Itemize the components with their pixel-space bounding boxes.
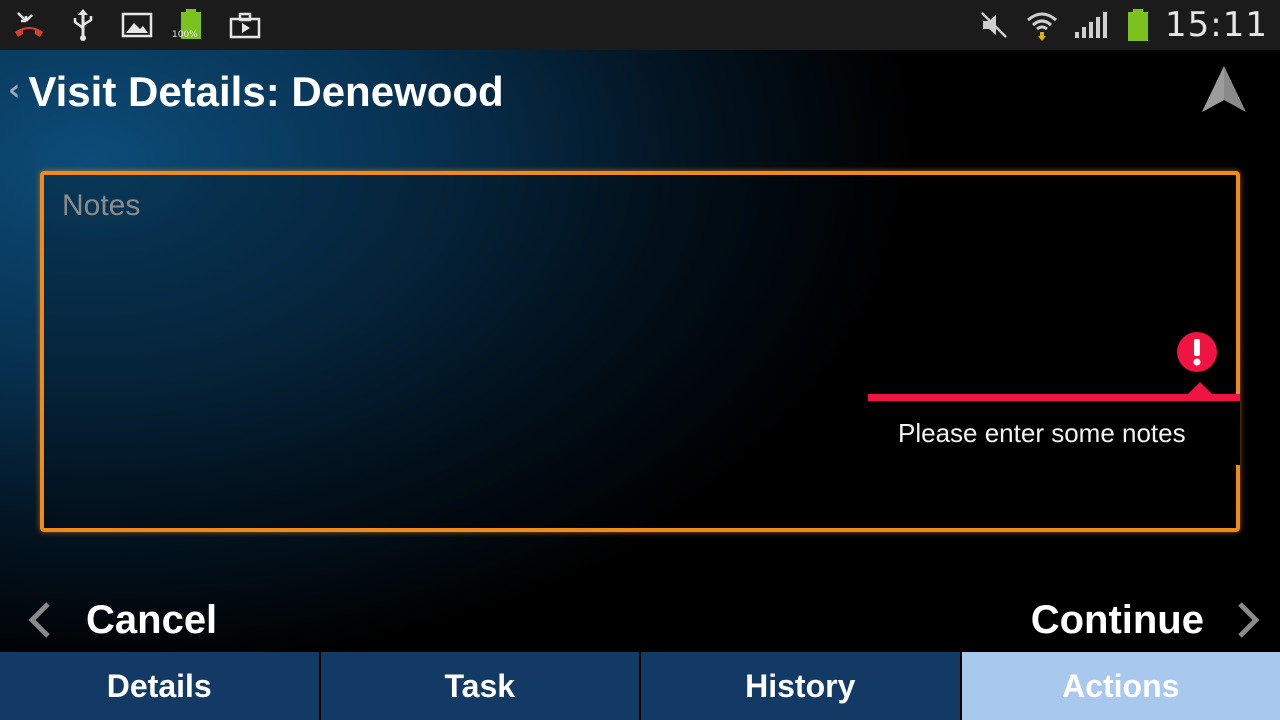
error-message: Please enter some notes xyxy=(898,417,1186,448)
error-tooltip-body: Please enter some notes xyxy=(868,401,1240,465)
error-tooltip: Please enter some notes xyxy=(868,382,1240,465)
notes-input[interactable]: Notes xyxy=(40,171,1240,532)
gallery-icon xyxy=(120,8,154,42)
cancel-label: Cancel xyxy=(86,597,218,642)
continue-label: Continue xyxy=(1030,597,1204,642)
chevron-left-icon xyxy=(28,602,50,638)
signal-icon xyxy=(1073,8,1108,42)
navigation-arrow-icon[interactable] xyxy=(1198,64,1250,116)
header[interactable]: ‹ Visit Details: Denewood xyxy=(8,68,504,116)
error-tooltip-pointer xyxy=(1188,382,1212,394)
usb-icon xyxy=(66,8,100,42)
tab-history[interactable]: History xyxy=(641,652,962,720)
missed-call-icon xyxy=(12,8,46,42)
notes-placeholder: Notes xyxy=(62,189,141,222)
continue-button[interactable]: Continue xyxy=(1031,592,1262,648)
back-chevron-icon[interactable]: ‹ xyxy=(8,73,20,108)
tab-details[interactable]: Details xyxy=(0,652,321,720)
battery-icon xyxy=(1121,8,1155,42)
clock: 15:11 xyxy=(1165,5,1268,45)
status-bar-system: 15:11 xyxy=(963,5,1268,45)
wifi-icon xyxy=(1025,8,1059,42)
cancel-button[interactable]: Cancel xyxy=(26,592,217,648)
page-title: Visit Details: Denewood xyxy=(28,68,504,115)
briefcase-icon xyxy=(228,8,262,42)
chevron-right-icon xyxy=(1238,602,1260,638)
status-bar: 100% 15:11 xyxy=(0,0,1280,50)
error-icon[interactable] xyxy=(1176,331,1218,373)
tab-bar: Details Task History Actions xyxy=(0,652,1280,720)
error-tooltip-bar xyxy=(868,394,1240,401)
main-content: ‹ Visit Details: Denewood Notes Please e… xyxy=(0,50,1280,652)
battery-full-icon: 100% xyxy=(172,8,208,42)
battery-percent-badge: 100% xyxy=(172,30,198,40)
tab-task[interactable]: Task xyxy=(320,652,641,720)
status-bar-notifications: 100% xyxy=(12,8,282,42)
mute-icon xyxy=(977,8,1011,42)
tab-actions[interactable]: Actions xyxy=(961,652,1280,720)
